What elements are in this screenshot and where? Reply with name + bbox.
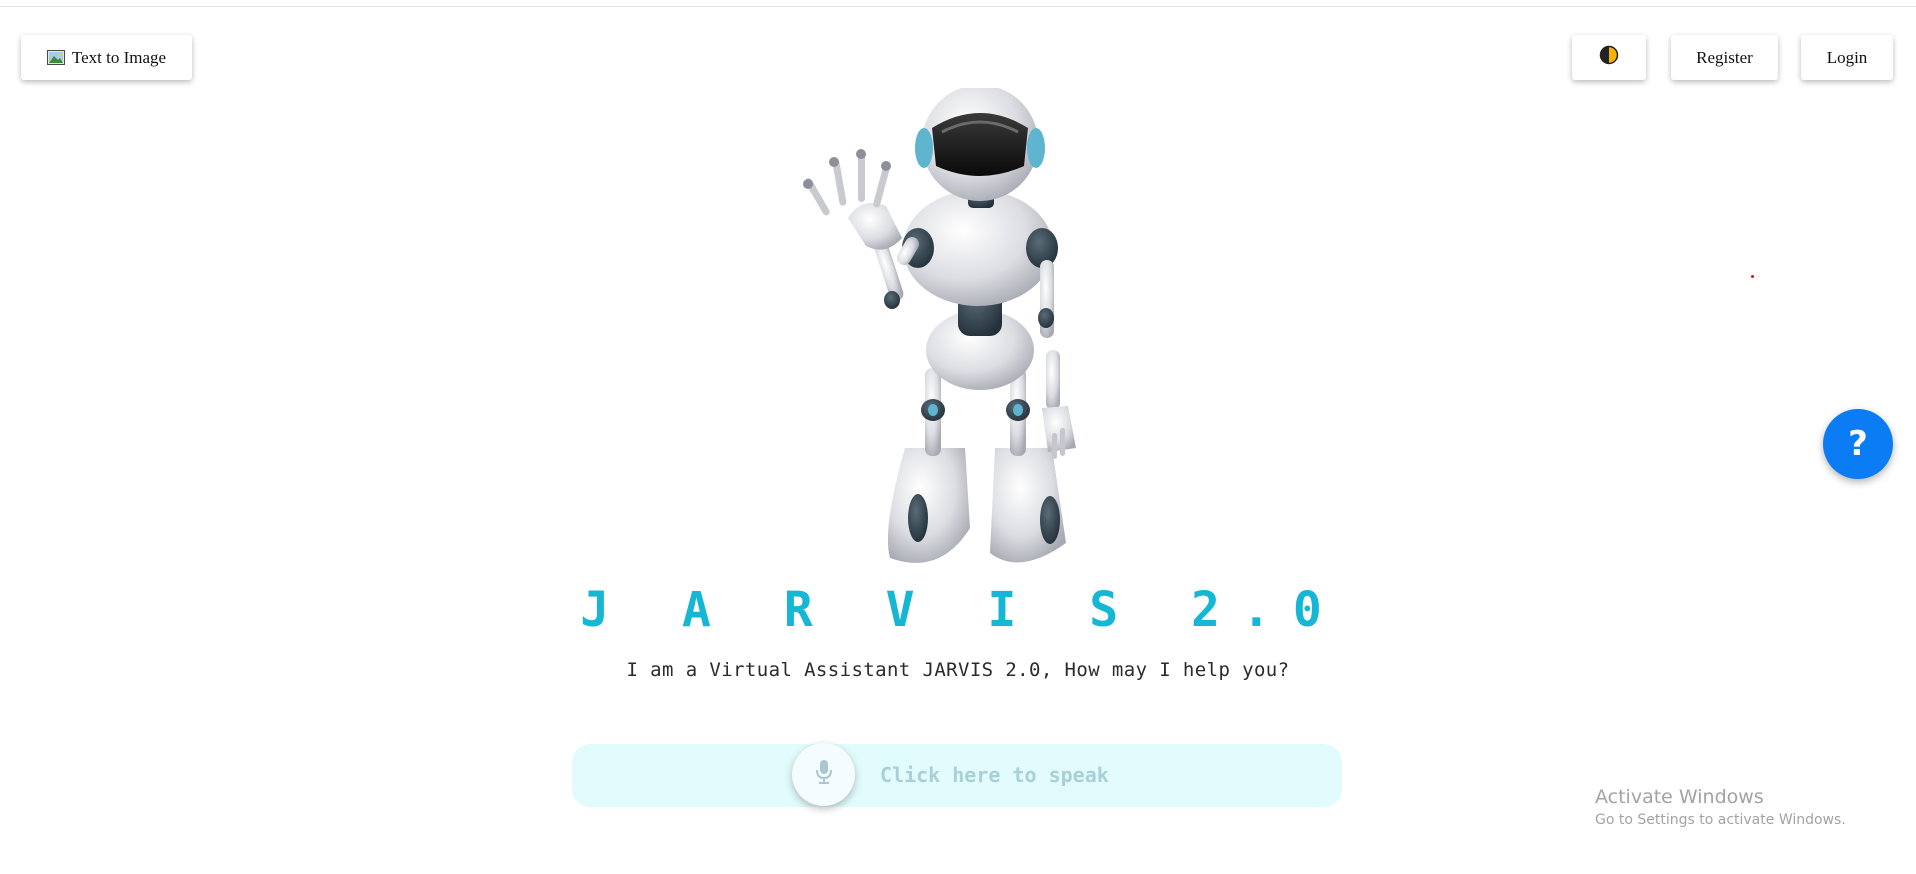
theme-toggle-button[interactable]	[1572, 35, 1646, 80]
help-button[interactable]: ?	[1823, 409, 1893, 479]
mic-button[interactable]	[792, 743, 855, 806]
register-label: Register	[1696, 47, 1753, 67]
page-subtitle: I am a Virtual Assistant JARVIS 2.0, How…	[626, 659, 1290, 681]
text-to-image-label: Text to Image	[71, 47, 167, 67]
watermark-subtitle: Go to Settings to activate Windows.	[1595, 812, 1846, 828]
watermark-title: Activate Windows	[1595, 786, 1764, 808]
robot-illustration	[790, 85, 1130, 574]
picture-icon	[46, 50, 65, 65]
red-dot	[1751, 275, 1754, 278]
page-title: J A R V I S 2.0	[580, 582, 1344, 638]
speak-label[interactable]: Click here to speak	[880, 760, 1109, 790]
half-moon-icon	[1599, 45, 1619, 70]
microphone-icon	[814, 759, 834, 790]
top-divider	[0, 6, 1916, 7]
windows-activation-watermark: Activate Windows Go to Settings to activ…	[1595, 784, 1846, 830]
register-button[interactable]: Register	[1671, 35, 1778, 80]
login-label: Login	[1826, 47, 1868, 67]
text-to-image-button[interactable]: Text to Image	[21, 35, 192, 80]
login-button[interactable]: Login	[1801, 35, 1893, 80]
